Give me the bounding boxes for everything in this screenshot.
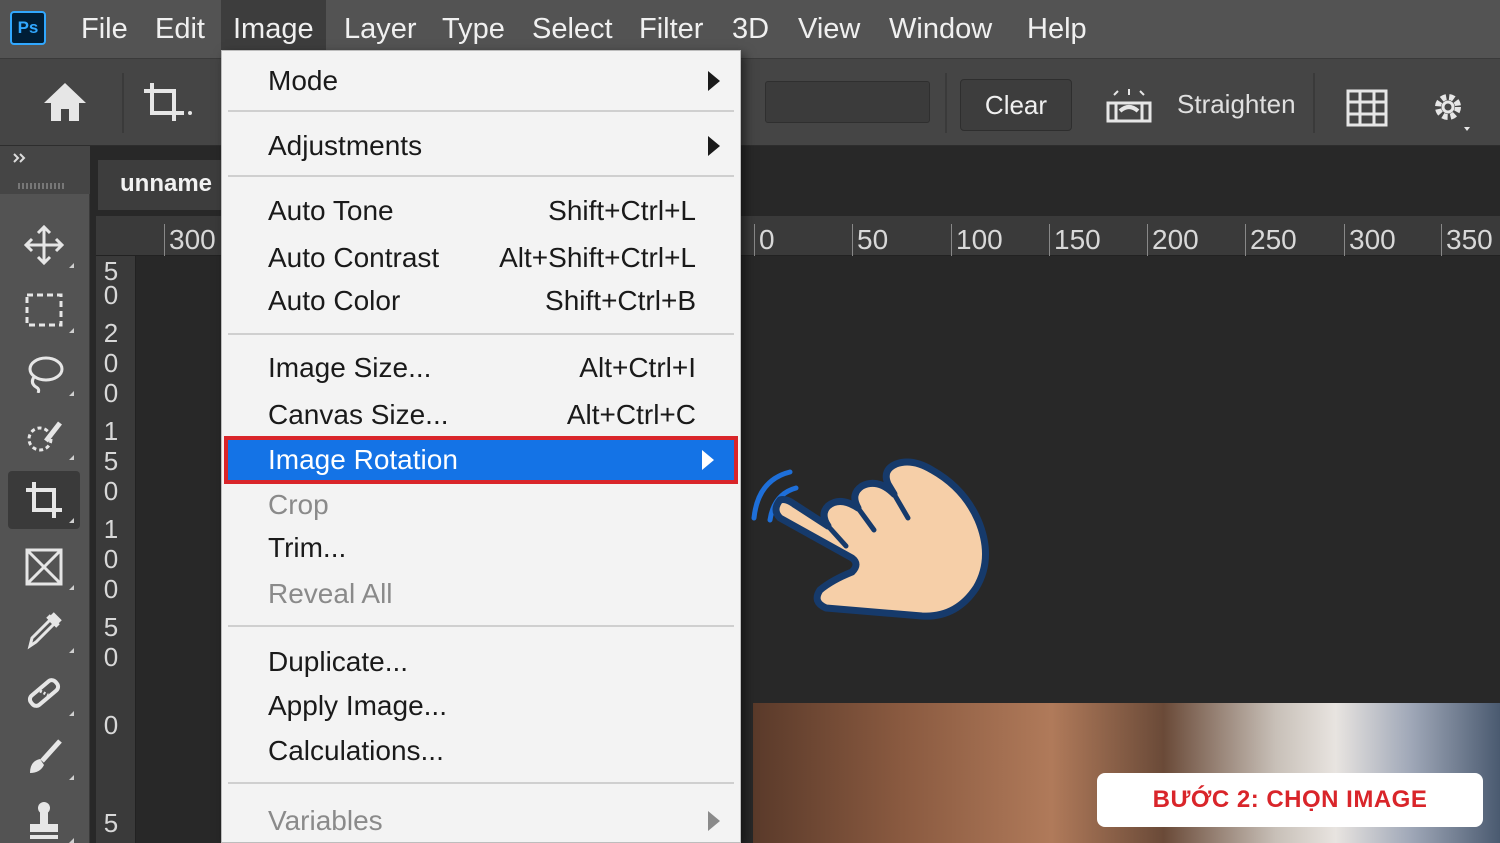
- menu-item-crop[interactable]: Crop: [222, 485, 740, 525]
- menu-item-label: Auto Contrast: [268, 242, 440, 273]
- menu-item-adjustments[interactable]: Adjustments: [222, 126, 740, 166]
- lasso-tool-icon[interactable]: [8, 344, 80, 402]
- photoshop-logo: Ps: [10, 11, 46, 45]
- move-tool-icon[interactable]: [8, 216, 80, 274]
- eyedropper-tool-icon[interactable]: [8, 601, 80, 659]
- ruler-tick: 350: [1441, 224, 1493, 256]
- ruler-tick: 200: [1147, 224, 1199, 256]
- menu-item-duplicate[interactable]: Duplicate...: [222, 642, 740, 682]
- menu-item-reveal-all[interactable]: Reveal All: [222, 574, 740, 614]
- ruler-tick: 0: [103, 378, 119, 408]
- menu-divider: [228, 782, 734, 784]
- menu-item-variables[interactable]: Variables: [222, 801, 740, 841]
- menu-divider: [228, 625, 734, 627]
- document-tab[interactable]: unname: [98, 160, 238, 210]
- ruler-tick: 5: [103, 808, 119, 838]
- ruler-tick: 300: [1344, 224, 1396, 256]
- ruler-tick: 50: [852, 224, 888, 256]
- ruler-tick: 5: [103, 612, 119, 642]
- menu-item-trim[interactable]: Trim...: [222, 528, 740, 568]
- menu-item-canvas-size[interactable]: Canvas Size... Alt+Ctrl+C: [222, 395, 740, 435]
- menu-item-auto-contrast[interactable]: Auto Contrast Alt+Shift+Ctrl+L: [222, 238, 740, 278]
- menu-item-mode[interactable]: Mode: [222, 61, 740, 101]
- ruler-tick: 2: [103, 318, 119, 348]
- menu-item-shortcut: Alt+Ctrl+C: [566, 399, 696, 430]
- menu-help[interactable]: Help: [1015, 0, 1099, 58]
- step-caption-badge: BƯỚC 2: CHỌN IMAGE ROTATION: [1097, 773, 1483, 843]
- ruler-tick: 1: [103, 416, 119, 446]
- menu-item-label: Image Size...: [268, 352, 432, 383]
- clear-button[interactable]: Clear: [960, 79, 1072, 131]
- menu-item-label: Reveal All: [268, 578, 393, 609]
- menu-item-label: Apply Image...: [268, 690, 447, 721]
- menu-item-label: Trim...: [268, 532, 347, 563]
- menu-item-apply-image[interactable]: Apply Image...: [222, 686, 740, 726]
- submenu-arrow-icon: [708, 811, 720, 831]
- ruler-tick: 0: [103, 280, 119, 310]
- menu-window[interactable]: Window: [877, 0, 1004, 58]
- straighten-icon[interactable]: [1106, 87, 1152, 125]
- ruler-tick: 0: [103, 710, 119, 740]
- menu-item-label: Canvas Size...: [268, 399, 449, 430]
- quick-selection-tool-icon[interactable]: [8, 408, 80, 466]
- home-icon[interactable]: [40, 79, 90, 125]
- grid-overlay-icon[interactable]: [1344, 87, 1390, 129]
- menu-item-label: Adjustments: [268, 130, 423, 161]
- menu-item-calculations[interactable]: Calculations...: [222, 731, 740, 771]
- menu-item-auto-tone[interactable]: Auto Tone Shift+Ctrl+L: [222, 191, 740, 231]
- ruler-tick: 150: [1049, 224, 1101, 256]
- menu-item-label: Mode: [268, 65, 339, 96]
- toolbar-collapse-handle[interactable]: [0, 146, 90, 194]
- ruler-tick: 0: [103, 348, 119, 378]
- menu-item-label: Auto Color: [268, 285, 401, 316]
- clone-stamp-tool-icon[interactable]: [8, 791, 80, 843]
- tools-panel: [0, 146, 90, 843]
- ruler-tick: 0: [103, 642, 119, 672]
- menu-item-label: Auto Tone: [268, 195, 394, 226]
- menu-view[interactable]: View: [786, 0, 872, 58]
- menu-item-label: Variables: [268, 805, 383, 836]
- submenu-arrow-icon: [708, 71, 720, 91]
- marquee-tool-icon[interactable]: [8, 281, 80, 339]
- menu-item-auto-color[interactable]: Auto Color Shift+Ctrl+B: [222, 281, 740, 321]
- submenu-arrow-icon: [702, 450, 714, 470]
- menu-edit[interactable]: Edit: [143, 0, 217, 58]
- menu-item-shortcut: Alt+Ctrl+I: [579, 352, 696, 383]
- hand-pointer-icon: [742, 448, 1002, 628]
- crop-tool-icon[interactable]: [8, 471, 80, 529]
- brush-tool-icon[interactable]: [8, 728, 80, 786]
- straighten-label[interactable]: Straighten: [1177, 89, 1296, 120]
- menu-item-image-rotation[interactable]: Image Rotation: [224, 436, 738, 484]
- menu-file[interactable]: File: [69, 0, 140, 58]
- ruler-tick: 0: [103, 476, 119, 506]
- menu-item-label: Duplicate...: [268, 646, 409, 677]
- menu-item-label: Calculations...: [268, 735, 444, 766]
- frame-tool-icon[interactable]: [8, 538, 80, 596]
- menu-item-image-size[interactable]: Image Size... Alt+Ctrl+I: [222, 348, 740, 388]
- ruler-vertical[interactable]: 5 0 2 0 0 1 5 0 1 0 0 5 0 0 5: [96, 256, 136, 843]
- menu-item-shortcut: Alt+Shift+Ctrl+L: [499, 242, 696, 273]
- submenu-arrow-icon: [708, 136, 720, 156]
- menu-divider: [228, 333, 734, 335]
- ruler-tick: 300: [164, 224, 216, 256]
- crop-tool-icon[interactable]: [140, 79, 200, 125]
- ruler-tick: 0: [103, 544, 119, 574]
- menu-divider: [228, 175, 734, 177]
- image-menu-dropdown: Mode Adjustments Auto Tone Shift+Ctrl+L …: [221, 50, 741, 843]
- menu-item-label: Crop: [268, 489, 329, 520]
- menu-item-shortcut: Shift+Ctrl+L: [548, 195, 696, 226]
- ruler-tick: 250: [1245, 224, 1297, 256]
- menu-item-label: Image Rotation: [268, 444, 458, 475]
- ruler-tick: 0: [103, 574, 119, 604]
- menu-divider: [228, 110, 734, 112]
- ratio-input[interactable]: [765, 81, 930, 123]
- settings-gear-icon[interactable]: [1428, 87, 1472, 131]
- menu-item-shortcut: Shift+Ctrl+B: [545, 285, 696, 316]
- ruler-tick: 0: [754, 224, 775, 256]
- ruler-tick: 5: [103, 446, 119, 476]
- ruler-tick: 100: [951, 224, 1003, 256]
- ruler-tick: 1: [103, 514, 119, 544]
- healing-brush-tool-icon[interactable]: [8, 664, 80, 722]
